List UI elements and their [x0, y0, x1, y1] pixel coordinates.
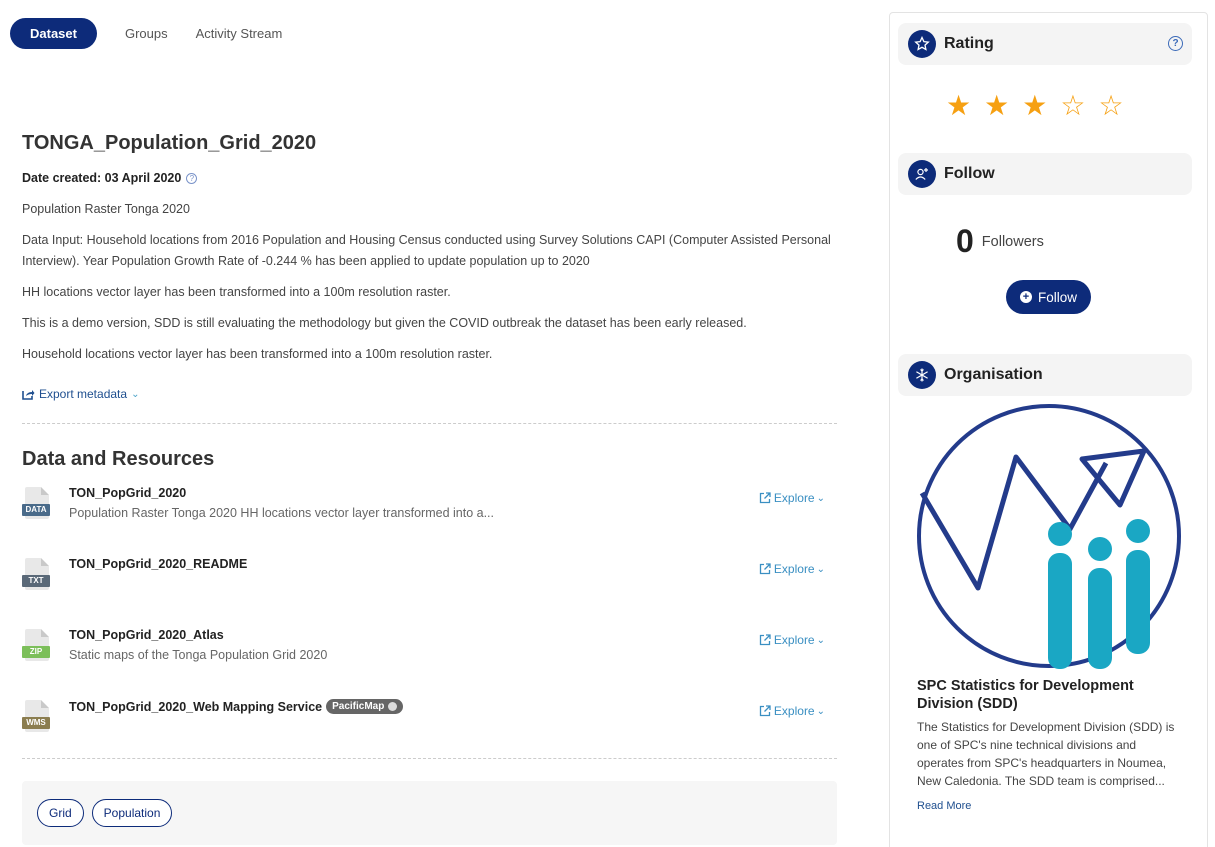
external-link-icon — [759, 492, 771, 504]
tag-population[interactable]: Population — [91, 799, 173, 827]
read-more-link[interactable]: Read More — [917, 800, 971, 812]
follow-button-label: Follow — [1037, 289, 1077, 305]
export-metadata-label: Export metadata — [39, 387, 128, 401]
badge-label: PacificMap — [332, 701, 385, 712]
tag-grid[interactable]: Grid — [37, 799, 84, 827]
resource-name[interactable]: TON_PopGrid_2020 — [69, 486, 186, 500]
chevron-down-icon: ⌄ — [816, 705, 825, 717]
explore-button[interactable]: Explore ⌄ — [759, 491, 825, 505]
date-created-row: Date created: 03 April 2020 ? — [22, 171, 837, 185]
chevron-down-icon: ⌄ — [131, 388, 140, 400]
dataset-description-2: Data Input: Household locations from 201… — [22, 233, 831, 268]
rating-stars[interactable]: ★ ★ ★ ☆ ☆ — [946, 91, 1137, 121]
external-link-icon — [759, 705, 771, 717]
resource-description: Population Raster Tonga 2020 HH location… — [69, 506, 494, 520]
tab-bar: Dataset Groups Activity Stream — [10, 18, 310, 49]
resource-name[interactable]: TON_PopGrid_2020_Web Mapping Service — [69, 700, 322, 714]
add-user-icon — [908, 160, 936, 188]
resource-name[interactable]: TON_PopGrid_2020_Atlas — [69, 628, 224, 642]
external-link-icon — [759, 634, 771, 646]
follow-title: Follow — [944, 165, 995, 182]
star-icon — [908, 30, 936, 58]
resource-item[interactable]: ZIP TON_PopGrid_2020_Atlas Static maps o… — [22, 627, 837, 698]
organisation-logo[interactable] — [916, 403, 1182, 669]
organisation-name[interactable]: SPC Statistics for Development Division … — [917, 677, 1177, 713]
divider — [22, 758, 837, 759]
explore-button[interactable]: Explore ⌄ — [759, 562, 825, 576]
share-icon — [22, 390, 35, 400]
explore-button[interactable]: Explore ⌄ — [759, 633, 825, 647]
plus-icon: + — [1019, 291, 1032, 303]
organisation-title: Organisation — [944, 366, 1043, 383]
star-filled-icon[interactable]: ★ — [1022, 91, 1047, 121]
explore-label: Explore — [773, 562, 815, 576]
resource-item[interactable]: WMS TON_PopGrid_2020_Web Mapping Service… — [22, 698, 837, 758]
sidebar: Rating ? ★ ★ ★ ☆ ☆ Follow 0 Followers + … — [889, 12, 1208, 847]
chevron-down-icon: ⌄ — [816, 634, 825, 646]
explore-label: Explore — [773, 633, 815, 647]
main-content: TONGA_Population_Grid_2020 Date created:… — [22, 132, 837, 845]
help-icon[interactable]: ? — [1168, 36, 1183, 51]
follow-header: Follow — [898, 153, 1192, 195]
file-format-label: DATA — [22, 504, 50, 516]
file-format-label: WMS — [22, 717, 50, 729]
chevron-down-icon: ⌄ — [816, 563, 825, 575]
file-wms-icon: WMS — [22, 700, 52, 736]
resources-title: Data and Resources — [22, 448, 215, 470]
organisation-header: Organisation — [898, 354, 1192, 396]
follow-button[interactable]: + Follow — [1006, 280, 1091, 314]
tab-groups[interactable]: Groups — [125, 26, 168, 41]
file-data-icon: DATA — [22, 487, 52, 523]
followers-count-row: 0 Followers — [956, 223, 1044, 260]
resource-list: DATA TON_PopGrid_2020 Population Raster … — [22, 485, 837, 758]
resource-name[interactable]: TON_PopGrid_2020_README — [69, 557, 247, 571]
globe-icon — [388, 702, 398, 711]
file-txt-icon: TXT — [22, 558, 52, 594]
star-empty-icon[interactable]: ☆ — [1098, 91, 1123, 121]
external-link-icon — [759, 563, 771, 575]
rating-header: Rating ? — [898, 23, 1192, 65]
resource-item[interactable]: DATA TON_PopGrid_2020 Population Raster … — [22, 485, 837, 556]
tab-dataset[interactable]: Dataset — [10, 18, 97, 49]
rating-title: Rating — [944, 35, 994, 52]
help-icon[interactable]: ? — [186, 172, 198, 184]
dataset-description-1: Population Raster Tonga 2020 — [22, 202, 190, 216]
file-format-label: TXT — [22, 575, 50, 587]
tags-box: Grid Population — [22, 781, 837, 845]
followers-label: Followers — [981, 233, 1044, 250]
date-created: Date created: 03 April 2020 — [22, 171, 182, 185]
divider — [22, 423, 837, 424]
pacificmap-badge[interactable]: PacificMap — [326, 699, 404, 714]
explore-button[interactable]: Explore ⌄ — [759, 704, 825, 718]
dataset-description-4: This is a demo version, SDD is still eva… — [22, 316, 747, 330]
star-filled-icon[interactable]: ★ — [946, 91, 971, 121]
dataset-description-5: Household locations vector layer has bee… — [22, 347, 493, 361]
file-format-label: ZIP — [22, 646, 50, 658]
explore-label: Explore — [773, 491, 815, 505]
resource-item[interactable]: TXT TON_PopGrid_2020_README Explore ⌄ — [22, 556, 837, 627]
explore-label: Explore — [773, 704, 815, 718]
resource-description: Static maps of the Tonga Population Grid… — [69, 648, 328, 662]
export-metadata-link[interactable]: Export metadata ⌄ — [22, 387, 837, 401]
star-filled-icon[interactable]: ★ — [984, 91, 1009, 121]
file-zip-icon: ZIP — [22, 629, 52, 665]
dataset-title: TONGA_Population_Grid_2020 — [22, 132, 317, 154]
chevron-down-icon: ⌄ — [816, 492, 825, 504]
organisation-description: The Statistics for Development Division … — [917, 720, 1175, 788]
snowflake-icon — [908, 361, 936, 389]
star-empty-icon[interactable]: ☆ — [1060, 91, 1085, 121]
dataset-description-3: HH locations vector layer has been trans… — [22, 285, 451, 299]
tab-activity-stream[interactable]: Activity Stream — [196, 26, 283, 41]
followers-count: 0 — [956, 223, 974, 259]
